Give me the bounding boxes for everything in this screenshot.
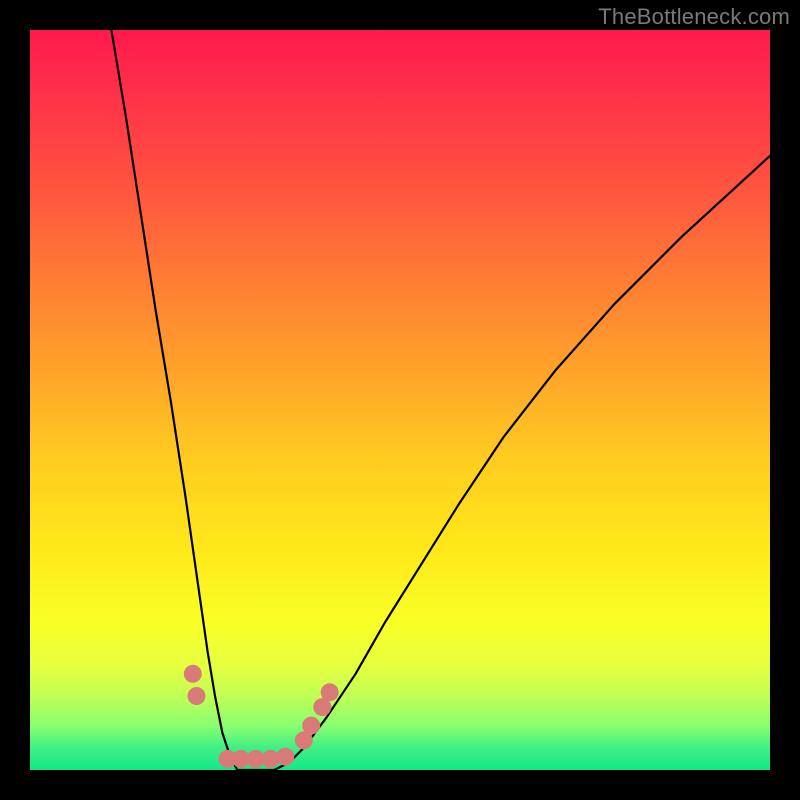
data-marker <box>188 687 206 705</box>
curve-layer <box>30 30 770 770</box>
watermark-text: TheBottleneck.com <box>598 4 790 30</box>
data-marker <box>302 717 320 735</box>
bottleneck-curve <box>111 30 770 770</box>
curve-markers <box>184 665 339 768</box>
data-marker <box>321 683 339 701</box>
chart-frame: TheBottleneck.com <box>0 0 800 800</box>
data-marker <box>184 665 202 683</box>
plot-area <box>30 30 770 770</box>
data-marker <box>276 748 294 766</box>
